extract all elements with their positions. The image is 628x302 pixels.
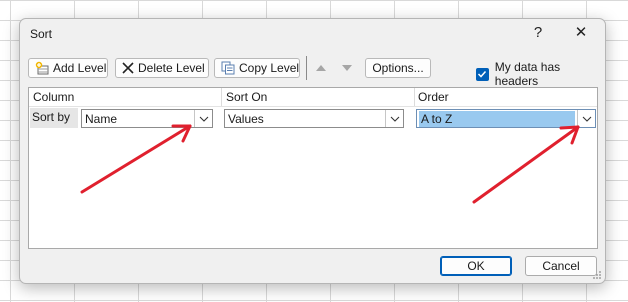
options-label: Options... (372, 61, 424, 75)
sort-dialog: Sort ? ✕ Add Level Delete Level Copy Lev… (19, 18, 606, 284)
column-dropdown-value: Name (85, 112, 118, 126)
column-dropdown[interactable]: Name (81, 109, 213, 128)
sort-levels-table: Column Sort On Order Sort by Name Values (28, 87, 598, 249)
ok-button[interactable]: OK (440, 256, 512, 276)
add-level-button[interactable]: Add Level (28, 58, 108, 78)
toolbar-separator (306, 56, 307, 80)
copy-level-button[interactable]: Copy Level (214, 58, 300, 78)
order-dropdown-value: A to Z (419, 111, 575, 127)
table-header: Column Sort On Order (29, 88, 597, 107)
add-level-label: Add Level (53, 61, 107, 75)
triangle-down-icon (342, 65, 352, 71)
sort-on-header: Sort On (226, 90, 268, 104)
delete-x-icon (122, 61, 134, 75)
copy-icon (221, 61, 235, 75)
chevron-down-icon[interactable] (577, 110, 595, 127)
add-level-icon (35, 61, 49, 75)
help-button[interactable]: ? (523, 21, 553, 45)
checkmark-icon (478, 70, 487, 78)
move-up-button[interactable] (310, 58, 332, 78)
triangle-up-icon (316, 65, 326, 71)
headers-checkbox-label: My data has headers (494, 60, 561, 88)
chevron-down-icon[interactable] (385, 110, 403, 127)
table-row: Sort by Name Values A to Z (29, 107, 597, 130)
sort-on-dropdown-value: Values (228, 112, 264, 126)
options-button[interactable]: Options... (365, 58, 431, 78)
dialog-title: Sort (30, 27, 53, 41)
header-divider (221, 88, 222, 106)
copy-level-label: Copy Level (239, 61, 300, 75)
sort-on-dropdown[interactable]: Values (224, 109, 404, 128)
header-divider (414, 88, 415, 106)
order-dropdown[interactable]: A to Z (416, 109, 596, 128)
sort-by-label: Sort by (30, 108, 78, 128)
headers-checkbox-group[interactable]: My data has headers (476, 60, 605, 88)
delete-level-button[interactable]: Delete Level (115, 58, 209, 78)
close-button[interactable]: ✕ (566, 21, 596, 45)
resize-grip-icon[interactable] (593, 271, 602, 280)
column-header: Column (33, 90, 75, 104)
chevron-down-icon[interactable] (194, 110, 212, 127)
delete-level-label: Delete Level (138, 61, 205, 75)
order-header: Order (418, 90, 449, 104)
cancel-button[interactable]: Cancel (525, 256, 597, 276)
headers-checkbox[interactable] (476, 67, 489, 81)
move-down-button[interactable] (336, 58, 358, 78)
